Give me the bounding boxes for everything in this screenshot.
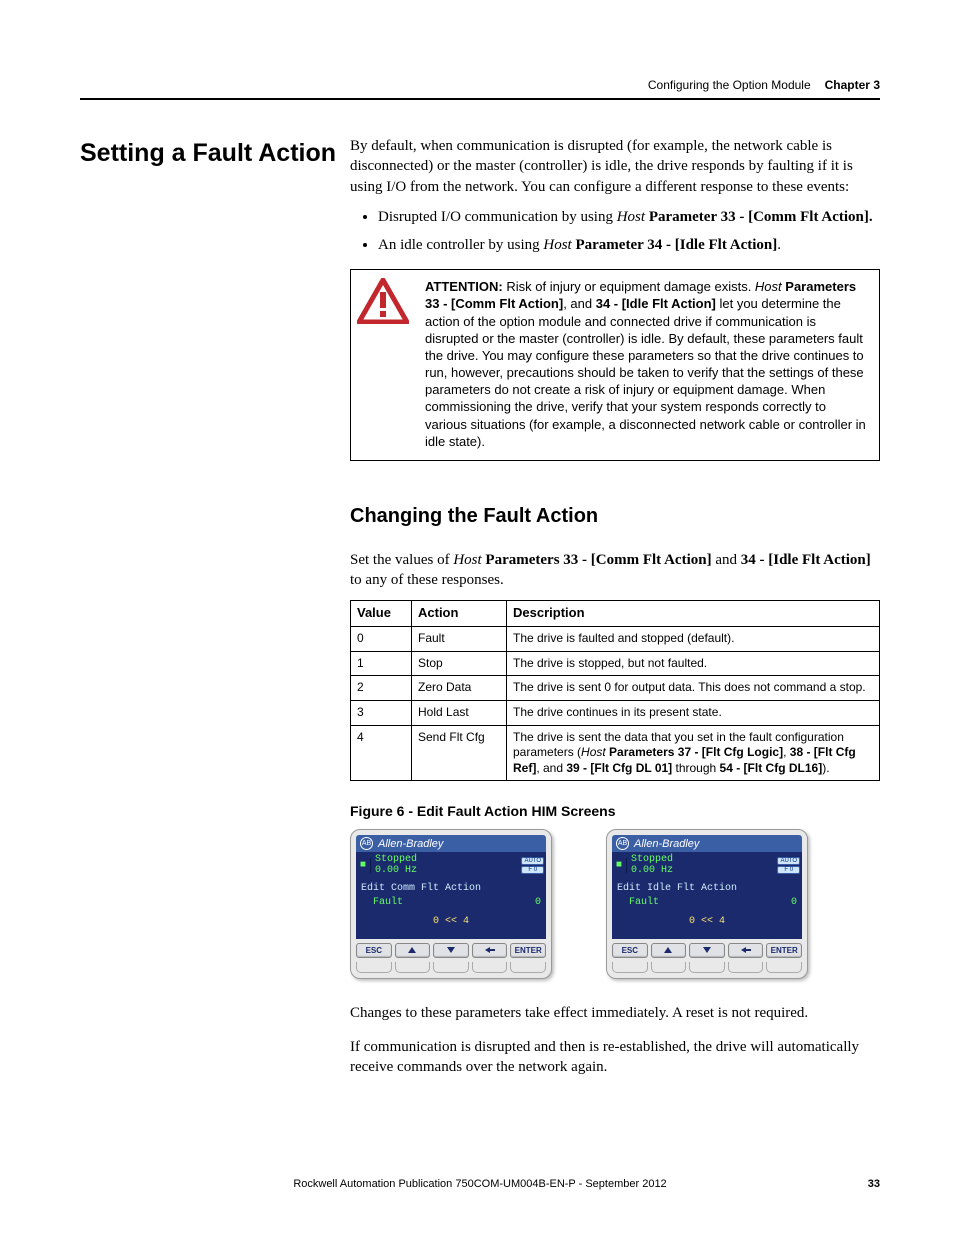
value-num: 0 (791, 896, 797, 910)
status-freq: 0.00 Hz (631, 865, 771, 876)
enter-button[interactable]: ENTER (766, 943, 802, 958)
him-device: AB Allen-Bradley ■ Stopped0.00 Hz AUTOF 0 Edi… (350, 829, 552, 979)
him-softkeys (612, 962, 802, 973)
page-footer: Rockwell Automation Publication 750COM-U… (80, 1178, 880, 1190)
section-heading: Setting a Fault Action (80, 140, 350, 1088)
value-range: 0 << 4 (617, 915, 797, 929)
him-brand: Allen-Bradley (634, 838, 699, 850)
screen-title: Edit Idle Flt Action (617, 882, 797, 896)
value-range: 0 << 4 (361, 915, 541, 929)
fault-action-table: Value Action Description 0FaultThe drive… (350, 600, 880, 781)
list-item: An idle controller by using Host Paramet… (378, 235, 880, 255)
ab-logo-icon: AB (360, 837, 373, 850)
him-brand: Allen-Bradley (378, 838, 443, 850)
status-indicator-icon: ■ (356, 858, 371, 873)
enter-button[interactable]: ENTER (510, 943, 546, 958)
value-label: Fault (617, 897, 659, 908)
ab-logo-icon: AB (616, 837, 629, 850)
status-indicator-icon: ■ (612, 858, 627, 873)
table-row: 1StopThe drive is stopped, but not fault… (351, 651, 880, 676)
him-brand-bar: AB Allen-Bradley (356, 835, 546, 852)
auto-badge: AUTO (777, 857, 800, 865)
warning-triangle-icon (357, 278, 409, 450)
content-column: By default, when communication is disrup… (350, 136, 880, 1088)
header-section: Configuring the Option Module (648, 78, 811, 92)
subsection-heading: Changing the Fault Action (350, 505, 880, 528)
table-row: 2Zero DataThe drive is sent 0 for output… (351, 676, 880, 701)
col-description: Description (507, 601, 880, 627)
status-freq: 0.00 Hz (375, 865, 515, 876)
left-button[interactable] (728, 943, 764, 958)
header-chapter: Chapter 3 (825, 78, 880, 92)
f0-badge: F 0 (521, 866, 544, 874)
left-button[interactable] (472, 943, 508, 958)
change-intro: Set the values of Host Parameters 33 - [… (350, 550, 880, 591)
header-rule (80, 98, 880, 100)
him-lcd: Edit Idle Flt Action Fault 0 0 << 4 (612, 878, 802, 939)
up-button[interactable] (651, 943, 687, 958)
him-status-bar: ■ Stopped0.00 Hz AUTOF 0 (356, 852, 546, 878)
him-lcd: Edit Comm Flt Action Fault 0 0 << 4 (356, 878, 546, 939)
status-title: Stopped (375, 854, 515, 865)
col-value: Value (351, 601, 412, 627)
page-number: 33 (868, 1178, 880, 1190)
intro-paragraph: By default, when communication is disrup… (350, 136, 880, 197)
value-num: 0 (535, 896, 541, 910)
screen-title: Edit Comm Flt Action (361, 882, 541, 896)
esc-button[interactable]: ESC (356, 943, 392, 958)
table-row: 4Send Flt CfgThe drive is sent the data … (351, 725, 880, 781)
running-header: Configuring the Option Module Chapter 3 (80, 78, 880, 92)
table-row: 3Hold LastThe drive continues in its pre… (351, 700, 880, 725)
him-brand-bar: AB Allen-Bradley (612, 835, 802, 852)
auto-badge: AUTO (521, 857, 544, 865)
col-action: Action (412, 601, 507, 627)
value-label: Fault (361, 897, 403, 908)
status-title: Stopped (631, 854, 771, 865)
figure-caption: Figure 6 - Edit Fault Action HIM Screens (350, 803, 880, 819)
up-button[interactable] (395, 943, 431, 958)
outro-1: Changes to these parameters take effect … (350, 1003, 880, 1023)
attention-box: ATTENTION: Risk of injury or equipment d… (350, 269, 880, 461)
attention-text: ATTENTION: Risk of injury or equipment d… (425, 278, 869, 450)
down-button[interactable] (433, 943, 469, 958)
him-softkeys (356, 962, 546, 973)
him-status-bar: ■ Stopped0.00 Hz AUTOF 0 (612, 852, 802, 878)
f0-badge: F 0 (777, 866, 800, 874)
list-item: Disrupted I/O communication by using Hos… (378, 207, 880, 227)
esc-button[interactable]: ESC (612, 943, 648, 958)
him-device: AB Allen-Bradley ■ Stopped0.00 Hz AUTOF 0 Edi… (606, 829, 808, 979)
outro-2: If communication is disrupted and then i… (350, 1037, 880, 1078)
down-button[interactable] (689, 943, 725, 958)
bullet-list: Disrupted I/O communication by using Hos… (350, 207, 880, 256)
publication-id: Rockwell Automation Publication 750COM-U… (293, 1178, 666, 1190)
table-row: 0FaultThe drive is faulted and stopped (… (351, 627, 880, 652)
